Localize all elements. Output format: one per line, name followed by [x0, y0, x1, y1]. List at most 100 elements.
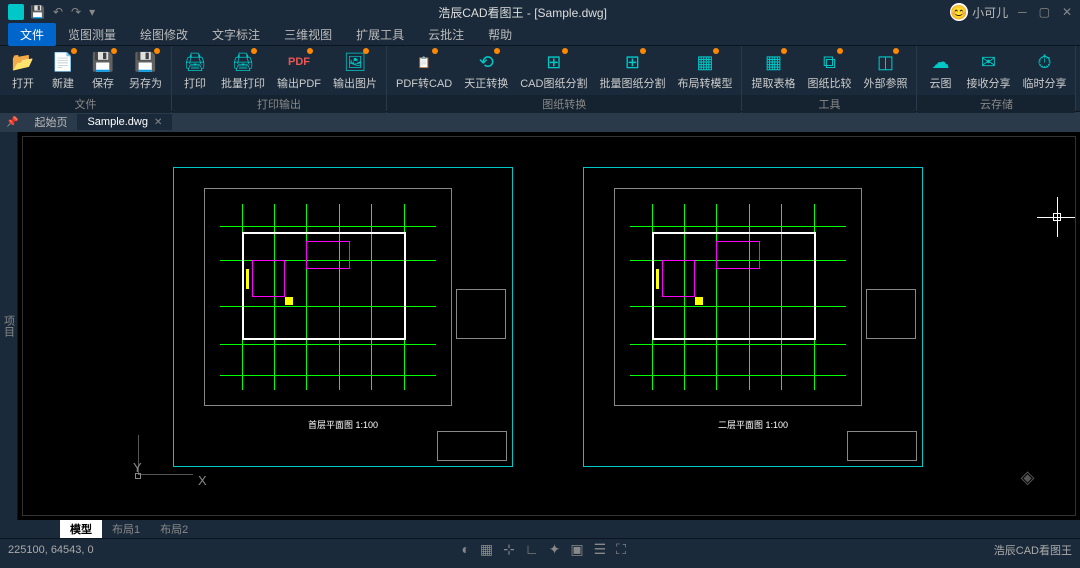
menu-text[interactable]: 文字标注 [200, 23, 272, 46]
pdf-icon: PDF [287, 50, 311, 74]
tool-color-icon[interactable]: ◐ [461, 541, 469, 558]
xref-icon: ◫ [873, 50, 897, 74]
cloud-button[interactable]: ☁云图 [921, 48, 959, 93]
legend-table [456, 289, 506, 339]
menu-file[interactable]: 文件 [8, 23, 56, 46]
tab-start[interactable]: 起始页 [24, 112, 77, 132]
title-block [437, 431, 507, 461]
avatar-icon: 😊 [950, 3, 968, 21]
ribbon-group-tool: ▦提取表格 ⧉图纸比较 ◫外部参照 工具 [742, 46, 917, 111]
ucs-x-axis [138, 474, 193, 475]
tool-lineweight-icon[interactable]: ☰ [594, 541, 607, 558]
tab-sample[interactable]: Sample.dwg✕ [77, 114, 172, 130]
app-logo-icon [8, 4, 24, 20]
new-button[interactable]: 📄新建 [44, 48, 82, 93]
saveas-icon: 💾 [134, 50, 158, 74]
tool-grid-icon[interactable]: ▦ [480, 541, 493, 558]
legend-table [866, 289, 916, 339]
qat-undo-icon[interactable]: ↶ [53, 5, 63, 19]
batchprint-button[interactable]: 🖨批量打印 [216, 48, 270, 93]
tool-polar-icon[interactable]: ✦ [549, 541, 561, 558]
menu-bar: 文件 览图测量 绘图修改 文字标注 三维视图 扩展工具 云批注 帮助 [0, 24, 1080, 46]
ribbon-group-cloud: ☁云图 ✉接收分享 ⏱临时分享 云存储 [917, 46, 1076, 111]
save-button[interactable]: 💾保存 [84, 48, 122, 93]
convert-icon: ⟲ [474, 50, 498, 74]
side-panel-label: 项目 [1, 315, 17, 337]
tool-ortho-icon[interactable]: ∟ [525, 541, 539, 558]
drawing-sheet-2: 二层平面图 1:100 [583, 167, 923, 467]
menu-help[interactable]: 帮助 [476, 23, 524, 46]
receive-button[interactable]: ✉接收分享 [961, 48, 1015, 93]
print-button[interactable]: 🖨打印 [176, 48, 214, 93]
folder-open-icon: 📂 [11, 50, 35, 74]
drawing-sheet-1: 首层平面图 1:100 [173, 167, 513, 467]
group-label: 打印输出 [172, 95, 386, 113]
drawing-title: 首层平面图 1:100 [308, 418, 378, 431]
tab-layout1[interactable]: 布局1 [102, 520, 150, 538]
group-label: 图纸转换 [387, 95, 741, 113]
menu-three[interactable]: 三维视图 [272, 23, 344, 46]
exportpdf-button[interactable]: PDF输出PDF [272, 48, 326, 93]
menu-view[interactable]: 览图测量 [56, 23, 128, 46]
status-tools: ◐ ▦ ⊹ ∟ ✦ ▣ ☰ ⛶ [461, 541, 626, 558]
open-button[interactable]: 📂打开 [4, 48, 42, 93]
image-icon: 🖼 [343, 50, 367, 74]
saveas-button[interactable]: 💾另存为 [124, 48, 167, 93]
tool-osnap-icon[interactable]: ▣ [570, 541, 583, 558]
drawing-title: 二层平面图 1:100 [718, 418, 788, 431]
maximize-icon[interactable]: ▢ [1039, 5, 1050, 19]
exportimg-button[interactable]: 🖼输出图片 [328, 48, 382, 93]
tab-model[interactable]: 模型 [60, 520, 102, 538]
axis-y-label: Y [133, 460, 142, 475]
user-area[interactable]: 😊 小可儿 [950, 3, 1008, 21]
title-bar: 💾 ↶ ↷ ▾ 浩辰CAD看图王 - [Sample.dwg] 😊 小可儿 ─ … [0, 0, 1080, 24]
close-icon[interactable]: ✕ [1062, 5, 1072, 19]
compare-icon: ⧉ [817, 50, 841, 74]
file-new-icon: 📄 [51, 50, 75, 74]
table-button[interactable]: ▦提取表格 [746, 48, 800, 93]
tab-layout2[interactable]: 布局2 [150, 520, 198, 538]
compare-button[interactable]: ⧉图纸比较 [802, 48, 856, 93]
xref-button[interactable]: ◫外部参照 [858, 48, 912, 93]
layout-icon: ▦ [693, 50, 717, 74]
minimize-icon[interactable]: ─ [1018, 5, 1027, 19]
tab-close-icon[interactable]: ✕ [154, 117, 162, 128]
group-label: 云存储 [917, 95, 1075, 113]
ribbon-group-file: 📂打开 📄新建 💾保存 💾另存为 文件 [0, 46, 172, 111]
cloud-icon: ☁ [928, 50, 952, 74]
receive-icon: ✉ [976, 50, 1000, 74]
batch-print-icon: 🖨 [231, 50, 255, 74]
group-label: 工具 [742, 95, 916, 113]
axis-x-label: X [198, 473, 207, 488]
batchsplit-button[interactable]: ⊞批量图纸分割 [594, 48, 670, 93]
printer-icon: 🖨 [183, 50, 207, 74]
tool-snap-icon[interactable]: ⊹ [503, 541, 515, 558]
brand-label: 浩辰CAD看图王 [994, 542, 1072, 558]
pdf-to-cad-icon: 📋 [412, 50, 436, 74]
tool-fullscreen-icon[interactable]: ⛶ [616, 541, 626, 558]
layout-button[interactable]: ▦布局转模型 [672, 48, 737, 93]
ribbon-group-convert: 📋PDF转CAD ⟲天正转换 ⊞CAD图纸分割 ⊞批量图纸分割 ▦布局转模型 图… [387, 46, 742, 111]
table-icon: ▦ [761, 50, 785, 74]
title-block [847, 431, 917, 461]
tempshare-button[interactable]: ⏱临时分享 [1017, 48, 1071, 93]
qat-save-icon[interactable]: 💾 [30, 5, 45, 19]
tianzheng-button[interactable]: ⟲天正转换 [459, 48, 513, 93]
qat-redo-icon[interactable]: ↷ [71, 5, 81, 19]
menu-ext[interactable]: 扩展工具 [344, 23, 416, 46]
user-name: 小可儿 [972, 4, 1008, 21]
split-icon: ⊞ [542, 50, 566, 74]
menu-cloud[interactable]: 云批注 [416, 23, 476, 46]
split-button[interactable]: ⊞CAD图纸分割 [515, 48, 592, 93]
view-cube-icon[interactable]: ◈ [1010, 460, 1045, 495]
temp-share-icon: ⏱ [1032, 50, 1056, 74]
window-title: 浩辰CAD看图王 - [Sample.dwg] [95, 4, 950, 21]
pin-icon[interactable]: 📌 [0, 117, 24, 128]
ribbon: 📂打开 📄新建 💾保存 💾另存为 文件 🖨打印 🖨批量打印 PDF输出PDF 🖼… [0, 46, 1080, 112]
canvas[interactable]: 首层平面图 1:100 二层平面图 1:100 [22, 136, 1076, 516]
menu-edit[interactable]: 绘图修改 [128, 23, 200, 46]
coordinates: 225100, 64543, 0 [8, 544, 94, 556]
workspace: 项目 首层平面图 1:100 [0, 132, 1080, 520]
pdf2cad-button[interactable]: 📋PDF转CAD [391, 48, 457, 93]
side-panel[interactable]: 项目 [0, 132, 18, 520]
